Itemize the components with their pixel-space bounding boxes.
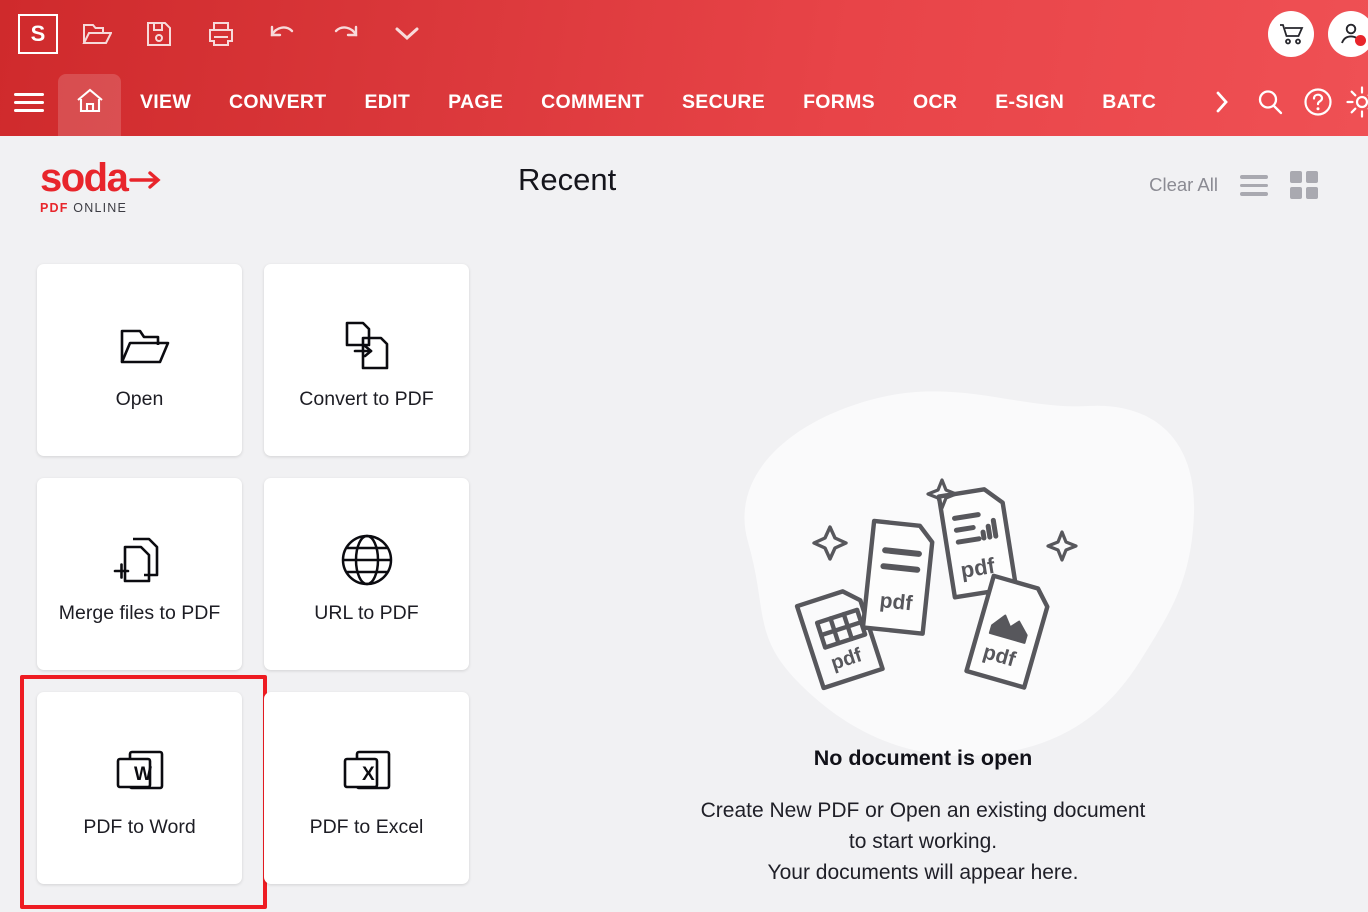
empty-state-description: Create New PDF or Open an existing docum… bbox=[520, 796, 1326, 889]
tile-pdf-to-excel-wrap: X PDF to Excel bbox=[264, 692, 469, 884]
empty-state-line-1: Create New PDF or Open an existing docum… bbox=[700, 799, 1146, 822]
hamburger-icon bbox=[14, 88, 44, 117]
tab-comment[interactable]: COMMENT bbox=[522, 68, 663, 136]
chevron-down-icon[interactable] bbox=[384, 11, 430, 57]
app-logo-button[interactable]: S bbox=[18, 14, 58, 54]
redo-icon[interactable] bbox=[322, 11, 368, 57]
globe-icon bbox=[339, 523, 395, 597]
tab-label: VIEW bbox=[140, 90, 192, 113]
ribbon-right-tools bbox=[1198, 68, 1368, 136]
tile-pdf-to-word-wrap: W PDF to Word bbox=[20, 675, 267, 909]
logo-wordmark: soda bbox=[40, 158, 190, 198]
tab-edit[interactable]: EDIT bbox=[346, 68, 430, 136]
open-icon[interactable] bbox=[74, 11, 120, 57]
action-tiles: Open Convert to PDF Merge files to PDF U… bbox=[20, 264, 471, 909]
sparkle-icon bbox=[1046, 530, 1078, 562]
empty-state-line-3: Your documents will appear here. bbox=[767, 860, 1079, 884]
menu-button[interactable] bbox=[0, 68, 58, 136]
empty-state: pdf pdf pdf pdf No document is open Crea… bbox=[520, 176, 1330, 912]
notification-dot bbox=[1355, 35, 1366, 46]
tab-page[interactable]: PAGE bbox=[429, 68, 522, 136]
tab-forms[interactable]: FORMS bbox=[784, 68, 894, 136]
search-button[interactable] bbox=[1246, 68, 1294, 136]
save-icon[interactable] bbox=[136, 11, 182, 57]
tile-label: PDF to Word bbox=[83, 815, 196, 838]
svg-text:W: W bbox=[134, 764, 152, 785]
settings-button[interactable] bbox=[1342, 68, 1368, 136]
app-header: S VIEW CONVERT EDIT PAGE COMMENT SECURE … bbox=[0, 0, 1368, 136]
tile-convert-wrap: Convert to PDF bbox=[264, 264, 469, 456]
tile-pdf-to-word[interactable]: W PDF to Word bbox=[37, 692, 242, 884]
tile-label: Open bbox=[115, 387, 164, 410]
excel-doc-icon: X bbox=[339, 737, 395, 811]
help-icon bbox=[1304, 88, 1332, 116]
chevron-right-icon bbox=[1216, 91, 1228, 113]
empty-state-line-2: to start working. bbox=[848, 829, 998, 853]
home-screen: soda PDF ONLINE Recent Clear All Open Co… bbox=[0, 136, 1368, 912]
tab-home[interactable] bbox=[58, 74, 121, 136]
tile-label: Convert to PDF bbox=[299, 387, 434, 410]
undo-icon[interactable] bbox=[260, 11, 306, 57]
search-icon bbox=[1258, 90, 1283, 115]
tab-label: EDIT bbox=[364, 90, 411, 113]
tab-ocr[interactable]: OCR bbox=[894, 68, 976, 136]
help-button[interactable] bbox=[1294, 68, 1342, 136]
cart-button[interactable] bbox=[1268, 11, 1314, 57]
tab-label: COMMENT bbox=[541, 90, 644, 113]
tab-convert[interactable]: CONVERT bbox=[210, 68, 345, 136]
tab-label: E-SIGN bbox=[995, 90, 1065, 113]
print-icon[interactable] bbox=[198, 11, 244, 57]
merge-files-icon bbox=[111, 523, 169, 597]
word-doc-icon: W bbox=[112, 737, 168, 811]
tile-label: Merge files to PDF bbox=[58, 601, 221, 624]
tile-open[interactable]: Open bbox=[37, 264, 242, 456]
tile-open-wrap: Open bbox=[37, 264, 242, 456]
empty-state-title: No document is open bbox=[813, 746, 1033, 770]
tab-label: FORMS bbox=[803, 90, 875, 113]
tab-batch[interactable]: BATC bbox=[1083, 68, 1156, 136]
svg-text:X: X bbox=[362, 764, 375, 785]
logo-text: soda bbox=[40, 156, 129, 200]
tabs-overflow-button[interactable] bbox=[1198, 68, 1246, 136]
tab-label: SECURE bbox=[681, 90, 766, 113]
tab-view[interactable]: VIEW bbox=[121, 68, 210, 136]
logo-tagline-pdf: PDF bbox=[40, 201, 69, 215]
svg-text:pdf: pdf bbox=[879, 589, 915, 615]
logo-tagline-online: ONLINE bbox=[73, 201, 128, 215]
logo-tagline: PDF ONLINE bbox=[40, 201, 190, 215]
tile-label: PDF to Excel bbox=[309, 815, 424, 838]
tab-label: BATC bbox=[1102, 90, 1157, 113]
tile-url-to-pdf[interactable]: URL to PDF bbox=[264, 478, 469, 670]
sparkle-icon bbox=[812, 525, 848, 561]
account-button[interactable] bbox=[1328, 11, 1368, 57]
app-initial: S bbox=[30, 21, 46, 46]
tile-label: URL to PDF bbox=[314, 601, 419, 624]
tab-label: CONVERT bbox=[229, 90, 327, 113]
tile-merge-files-to-pdf[interactable]: Merge files to PDF bbox=[37, 478, 242, 670]
home-icon bbox=[76, 88, 103, 113]
tab-label: OCR bbox=[912, 90, 958, 113]
convert-to-pdf-icon bbox=[338, 309, 396, 383]
quick-access-toolbar: S bbox=[0, 0, 1368, 68]
ribbon-tabs: VIEW CONVERT EDIT PAGE COMMENT SECURE FO… bbox=[0, 68, 1368, 136]
tile-convert-to-pdf[interactable]: Convert to PDF bbox=[264, 264, 469, 456]
tile-pdf-to-excel[interactable]: X PDF to Excel bbox=[264, 692, 469, 884]
gear-icon bbox=[1346, 86, 1368, 118]
logo-arrow-icon bbox=[129, 171, 161, 189]
soda-pdf-logo: soda PDF ONLINE bbox=[40, 158, 190, 215]
svg-text:pdf: pdf bbox=[828, 644, 865, 675]
tile-merge-wrap: Merge files to PDF bbox=[37, 478, 242, 670]
tab-label: PAGE bbox=[448, 90, 504, 113]
pdf-documents-illustration: pdf pdf pdf pdf bbox=[794, 478, 1078, 691]
tile-url-wrap: URL to PDF bbox=[264, 478, 469, 670]
tab-esign[interactable]: E-SIGN bbox=[976, 68, 1083, 136]
tab-secure[interactable]: SECURE bbox=[663, 68, 784, 136]
folder-open-icon bbox=[110, 309, 170, 383]
